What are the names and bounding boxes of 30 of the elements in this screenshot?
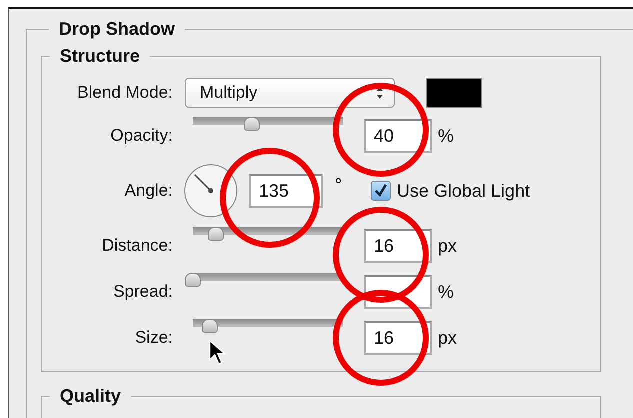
unit-label: px (438, 328, 458, 348)
field-label: Angle: (124, 181, 173, 201)
slider-thumb[interactable] (208, 227, 224, 241)
checkmark-icon (374, 184, 388, 198)
section-title: Drop Shadow (58, 19, 176, 40)
value-input[interactable]: 40 (364, 119, 432, 153)
unit-label: px (438, 236, 458, 256)
section-title: Quality (59, 386, 122, 407)
unit-label: % (438, 282, 456, 302)
global-light-checkbox[interactable]: Use Global Light (371, 180, 600, 202)
stepper-arrows-icon (376, 86, 384, 100)
field-label: Blend Mode: (78, 83, 173, 103)
unit-label: % (438, 126, 456, 146)
field-label: Opacity: (110, 126, 173, 146)
slider-thumb[interactable] (202, 319, 218, 333)
value-input[interactable]: 135 (249, 174, 323, 208)
value-input[interactable]: 16 (364, 229, 432, 263)
unit-label: ° (335, 175, 344, 196)
color-swatch[interactable] (426, 78, 482, 108)
cursor-icon (209, 340, 227, 366)
value-input[interactable]: 16 (364, 321, 432, 355)
slider-thumb[interactable] (185, 273, 201, 287)
section-title: Structure (59, 46, 142, 67)
slider-thumb[interactable] (244, 117, 260, 131)
blend-mode-dropdown[interactable]: Multiply (185, 78, 395, 108)
field-label: Spread: (113, 282, 173, 302)
field-label: Size: (135, 328, 173, 348)
field-label: Distance: (102, 236, 173, 256)
angle-dial[interactable] (183, 163, 239, 219)
checkbox[interactable] (371, 181, 391, 201)
